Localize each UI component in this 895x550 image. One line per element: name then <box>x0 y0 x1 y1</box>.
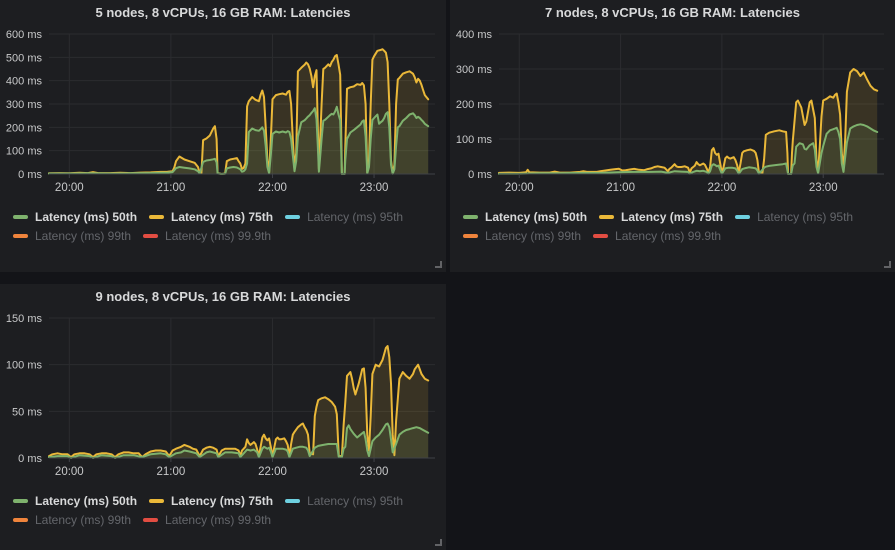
legend-item-latency-ms-95th[interactable]: Latency (ms) 95th <box>285 491 403 510</box>
legend-label: Latency (ms) 99.9th <box>615 229 721 243</box>
legend-swatch-icon <box>285 215 300 219</box>
legend-swatch-icon <box>143 234 158 238</box>
legend-label: Latency (ms) 95th <box>757 210 853 224</box>
legend-label: Latency (ms) 75th <box>171 494 273 508</box>
panel-resize-handle[interactable] <box>435 539 442 546</box>
legend-label: Latency (ms) 75th <box>171 210 273 224</box>
panel-resize-handle[interactable] <box>435 261 442 268</box>
latency-graph[interactable]: 20:00 21:00 22:00 23:00 0 ms 50 ms 100 ms 150 m… <box>3 308 443 490</box>
series-lines <box>49 346 428 458</box>
legend-swatch-icon <box>463 234 478 238</box>
panel-resize-handle[interactable] <box>884 261 891 268</box>
legend-label: Latency (ms) 99th <box>35 513 131 527</box>
y-tick-label: 100 ms <box>456 134 493 146</box>
series-lines <box>499 69 877 174</box>
y-tick-label: 0 ms <box>18 169 42 181</box>
y-tick-label: 400 ms <box>456 29 493 41</box>
legend-swatch-icon <box>285 499 300 503</box>
y-tick-label: 200 ms <box>6 122 43 134</box>
legend-swatch-icon <box>143 518 158 522</box>
legend-item-latency-ms-99.9th[interactable]: Latency (ms) 99.9th <box>143 510 271 529</box>
legend-label: Latency (ms) 50th <box>35 210 137 224</box>
legend-item-latency-ms-99th[interactable]: Latency (ms) 99th <box>13 226 131 245</box>
legend-item-latency-ms-95th[interactable]: Latency (ms) 95th <box>285 207 403 226</box>
y-tick-label: 100 ms <box>6 146 43 158</box>
legend-item-latency-ms-75th[interactable]: Latency (ms) 75th <box>149 207 273 226</box>
y-tick-label: 0 ms <box>18 453 42 465</box>
legend-swatch-icon <box>735 215 750 219</box>
y-tick-label: 50 ms <box>12 406 42 418</box>
legend-item-latency-ms-99th[interactable]: Latency (ms) 99th <box>463 226 581 245</box>
panel-title[interactable]: 9 nodes, 8 vCPUs, 16 GB RAM: Latencies <box>0 284 446 308</box>
legend-item-latency-ms-95th[interactable]: Latency (ms) 95th <box>735 207 853 226</box>
y-axis: 0 ms 50 ms 100 ms 150 ms <box>6 313 43 465</box>
legend-swatch-icon <box>13 518 28 522</box>
x-tick-label: 21:00 <box>157 466 186 478</box>
legend-label: Latency (ms) 99.9th <box>165 513 271 527</box>
x-tick-label: 22:00 <box>258 182 287 194</box>
x-tick-label: 20:00 <box>55 182 84 194</box>
graph-legend: Latency (ms) 50th Latency (ms) 75th Latenc… <box>13 207 425 245</box>
y-axis: 0 ms 100 ms 200 ms 300 ms 400 ms <box>456 29 493 181</box>
legend-label: Latency (ms) 99th <box>35 229 131 243</box>
x-tick-label: 23:00 <box>360 466 389 478</box>
legend-item-latency-ms-75th[interactable]: Latency (ms) 75th <box>599 207 723 226</box>
panel-5-nodes-latencies: 5 nodes, 8 vCPUs, 16 GB RAM: Latencies 2… <box>0 0 446 272</box>
x-tick-label: 23:00 <box>809 182 838 194</box>
legend-label: Latency (ms) 75th <box>621 210 723 224</box>
y-tick-label: 100 ms <box>6 360 43 372</box>
legend-label: Latency (ms) 50th <box>35 494 137 508</box>
x-tick-label: 20:00 <box>55 466 84 478</box>
legend-item-latency-ms-75th[interactable]: Latency (ms) 75th <box>149 491 273 510</box>
latency-graph[interactable]: 20:00 21:00 22:00 23:00 0 ms 100 ms 200 ms 300 … <box>453 24 892 206</box>
legend-swatch-icon <box>149 499 164 503</box>
x-tick-label: 21:00 <box>606 182 635 194</box>
x-axis: 20:00 21:00 22:00 23:00 <box>49 458 435 478</box>
x-tick-label: 23:00 <box>360 182 389 194</box>
legend-swatch-icon <box>13 234 28 238</box>
panel-title[interactable]: 7 nodes, 8 vCPUs, 16 GB RAM: Latencies <box>450 0 895 24</box>
legend-label: Latency (ms) 99.9th <box>165 229 271 243</box>
x-axis: 20:00 21:00 22:00 23:00 <box>49 174 435 194</box>
legend-item-latency-ms-99.9th[interactable]: Latency (ms) 99.9th <box>143 226 271 245</box>
legend-swatch-icon <box>13 215 28 219</box>
x-tick-label: 22:00 <box>258 466 287 478</box>
legend-label: Latency (ms) 50th <box>485 210 587 224</box>
graph-legend: Latency (ms) 50th Latency (ms) 75th Latenc… <box>463 207 875 245</box>
y-axis: 0 ms 100 ms 200 ms 300 ms 400 ms 500 ms 600 ms <box>6 29 43 181</box>
legend-item-latency-ms-99th[interactable]: Latency (ms) 99th <box>13 510 131 529</box>
legend-label: Latency (ms) 95th <box>307 210 403 224</box>
legend-item-latency-ms-99.9th[interactable]: Latency (ms) 99.9th <box>593 226 721 245</box>
x-tick-label: 20:00 <box>505 182 534 194</box>
legend-label: Latency (ms) 95th <box>307 494 403 508</box>
y-tick-label: 150 ms <box>6 313 43 325</box>
y-tick-label: 500 ms <box>6 52 43 64</box>
series-lines <box>49 49 428 174</box>
y-tick-label: 0 ms <box>468 169 492 181</box>
legend-label: Latency (ms) 99th <box>485 229 581 243</box>
legend-swatch-icon <box>463 215 478 219</box>
y-tick-label: 400 ms <box>6 76 43 88</box>
y-tick-label: 300 ms <box>6 99 43 111</box>
y-tick-label: 600 ms <box>6 29 43 41</box>
x-tick-label: 21:00 <box>157 182 186 194</box>
graph-legend: Latency (ms) 50th Latency (ms) 75th Latenc… <box>13 491 425 529</box>
y-tick-label: 300 ms <box>456 64 493 76</box>
x-axis: 20:00 21:00 22:00 23:00 <box>499 174 884 194</box>
panel-7-nodes-latencies: 7 nodes, 8 vCPUs, 16 GB RAM: Latencies 2… <box>450 0 895 272</box>
panel-9-nodes-latencies: 9 nodes, 8 vCPUs, 16 GB RAM: Latencies 2… <box>0 284 446 550</box>
legend-swatch-icon <box>593 234 608 238</box>
x-tick-label: 22:00 <box>708 182 737 194</box>
legend-swatch-icon <box>149 215 164 219</box>
legend-swatch-icon <box>13 499 28 503</box>
legend-swatch-icon <box>599 215 614 219</box>
legend-item-latency-ms-50th[interactable]: Latency (ms) 50th <box>13 491 137 510</box>
legend-item-latency-ms-50th[interactable]: Latency (ms) 50th <box>463 207 587 226</box>
latency-graph[interactable]: 20:00 21:00 22:00 23:00 0 ms 100 ms 200 ms 300 … <box>3 24 443 206</box>
legend-item-latency-ms-50th[interactable]: Latency (ms) 50th <box>13 207 137 226</box>
y-tick-label: 200 ms <box>456 99 493 111</box>
panel-title[interactable]: 5 nodes, 8 vCPUs, 16 GB RAM: Latencies <box>0 0 446 24</box>
